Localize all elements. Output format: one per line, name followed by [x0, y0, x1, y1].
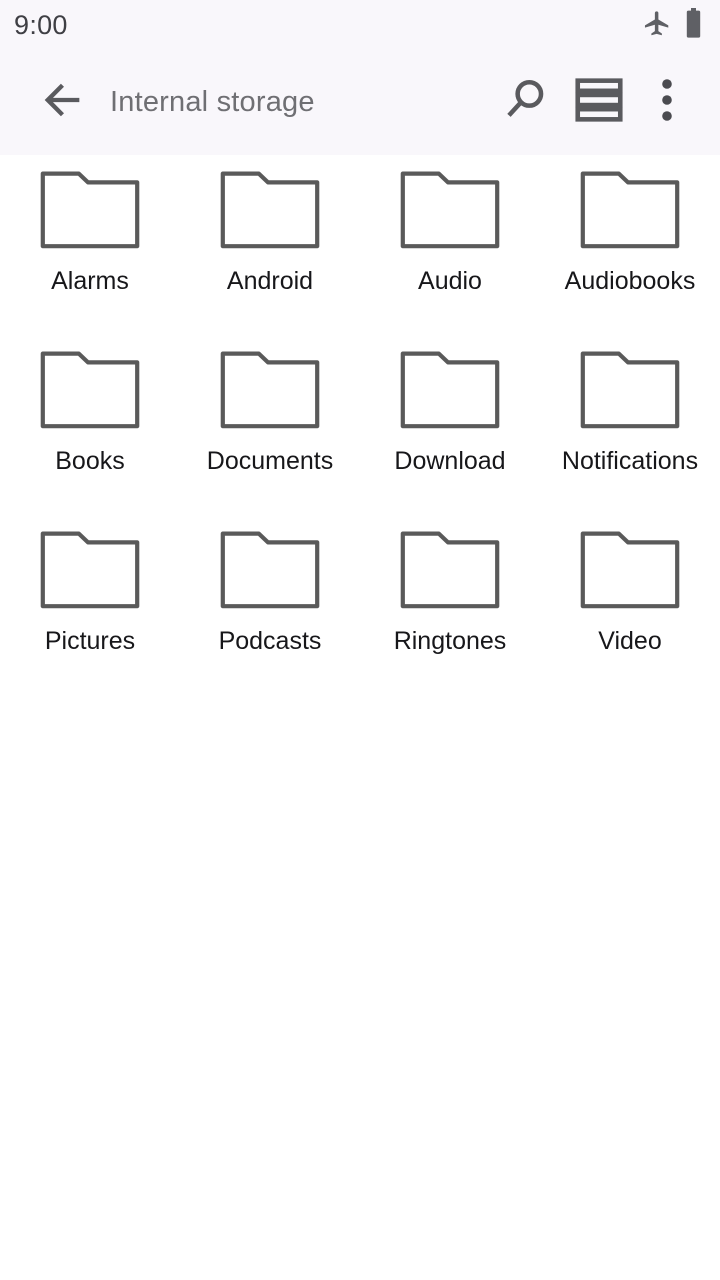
list-view-icon [570, 71, 628, 134]
grid-item-label: Audio [418, 267, 482, 295]
grid-item-label: Alarms [51, 267, 129, 295]
folder-icon [38, 169, 142, 256]
airplane-mode-icon [643, 9, 671, 42]
folder-icon [218, 169, 322, 256]
grid-item-label: Video [598, 627, 662, 655]
grid-item[interactable]: Video [540, 529, 720, 709]
file-grid: Alarms Android Audio Audiobooks Books Documen… [0, 155, 720, 1280]
status-bar-clock: 9:00 [14, 9, 68, 40]
grid-item[interactable]: Android [180, 169, 360, 349]
folder-icon [578, 349, 682, 436]
grid-item-label: Android [226, 267, 314, 295]
folder-icon [578, 169, 682, 256]
grid-item[interactable]: Pictures [0, 529, 180, 709]
status-bar-icons [643, 7, 702, 43]
battery-icon [685, 7, 702, 43]
grid-item[interactable]: Podcasts [180, 529, 360, 709]
grid-item[interactable]: Documents [180, 349, 360, 529]
back-arrow-icon [36, 74, 88, 131]
grid-item[interactable]: Download [360, 349, 540, 529]
folder-icon [38, 529, 142, 616]
grid-item[interactable]: Notifications [540, 349, 720, 529]
grid-item-label: Notifications [561, 447, 699, 475]
grid-item-label: Documents [206, 447, 334, 475]
grid-item-label: Audiobooks [564, 267, 696, 295]
page-title: Internal storage [110, 86, 315, 118]
folder-icon [398, 529, 502, 616]
grid-item-label: Books [55, 447, 125, 475]
toolbar-actions [488, 66, 720, 140]
status-bar: 9:00 [0, 0, 720, 50]
back-button[interactable] [26, 67, 98, 139]
grid-item[interactable]: Ringtones [360, 529, 540, 709]
search-button[interactable] [488, 66, 562, 140]
overflow-menu-icon [645, 76, 689, 129]
grid-item[interactable]: Books [0, 349, 180, 529]
folder-icon [398, 169, 502, 256]
grid-item[interactable]: Audiobooks [540, 169, 720, 349]
view-toggle-button[interactable] [562, 66, 636, 140]
grid-item-label: Pictures [44, 627, 136, 655]
folder-icon [218, 349, 322, 436]
grid-item[interactable]: Alarms [0, 169, 180, 349]
folder-icon [38, 349, 142, 436]
overflow-menu-button[interactable] [636, 66, 698, 140]
grid-item-label: Ringtones [393, 627, 507, 655]
folder-icon [398, 349, 502, 436]
search-icon [499, 74, 551, 131]
folder-icon [218, 529, 322, 616]
toolbar: Internal storage [0, 50, 720, 155]
grid-item-label: Download [394, 447, 506, 475]
folder-icon [578, 529, 682, 616]
grid-item[interactable]: Audio [360, 169, 540, 349]
grid-item-label: Podcasts [218, 627, 322, 655]
